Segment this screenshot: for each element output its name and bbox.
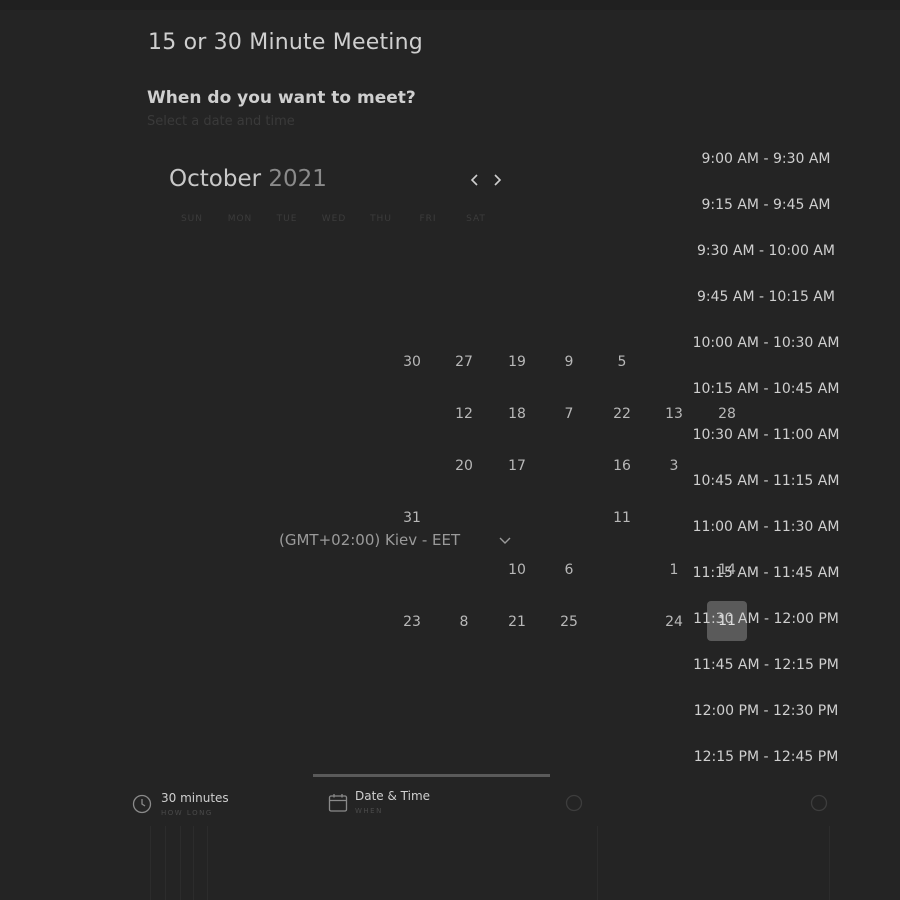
weekday-label-tue: TUE [276, 214, 298, 224]
calendar-day[interactable]: 9 [549, 342, 589, 382]
weekday-label-thu: THU [370, 214, 392, 224]
month-label: October [169, 166, 262, 192]
confirm-step-icon [810, 794, 828, 812]
calendar-day[interactable]: 21 [497, 602, 537, 642]
weekday-label-sat: SAT [466, 214, 486, 224]
page-subtitle: Select a date and time [147, 114, 295, 129]
divider-line [180, 826, 181, 900]
weekday-label-sun: SUN [180, 214, 204, 224]
divider-line [207, 826, 208, 900]
calendar-day[interactable]: 20 [444, 446, 484, 486]
calendar-day-empty [444, 550, 484, 590]
calendar-day[interactable]: 30 [392, 342, 432, 382]
time-slot[interactable]: 9:00 AM - 9:30 AM [666, 151, 866, 167]
chevron-right-icon [494, 174, 502, 186]
calendar-day[interactable]: 22 [602, 394, 642, 434]
calendar-day[interactable]: 11 [602, 498, 642, 538]
next-month-button[interactable] [488, 170, 506, 190]
time-slot[interactable]: 10:30 AM - 11:00 AM [666, 427, 866, 443]
calendar-day[interactable]: 27 [444, 342, 484, 382]
calendar-day[interactable]: 18 [497, 394, 537, 434]
prev-month-button[interactable] [466, 170, 484, 190]
divider-line [150, 826, 151, 900]
calendar-day-empty [549, 498, 589, 538]
page-question: When do you want to meet? [147, 88, 416, 108]
calendar-day[interactable]: 25 [549, 602, 589, 642]
step-duration-title: 30 minutes [161, 791, 229, 805]
calendar-day[interactable]: 23 [392, 602, 432, 642]
time-slot[interactable]: 9:45 AM - 10:15 AM [666, 289, 866, 305]
calendar-day[interactable]: 10 [497, 550, 537, 590]
calendar-day[interactable]: 17 [497, 446, 537, 486]
time-slot[interactable]: 9:15 AM - 9:45 AM [666, 197, 866, 213]
calendar-day-empty [602, 602, 642, 642]
time-slot[interactable]: 9:30 AM - 10:00 AM [666, 243, 866, 259]
clock-icon [132, 794, 152, 814]
calendar-day[interactable]: 6 [549, 550, 589, 590]
calendar-day-empty [549, 446, 589, 486]
details-step-icon [565, 794, 583, 812]
weekday-label-wed: WED [321, 214, 347, 224]
chevron-down-icon [499, 537, 511, 544]
time-slot[interactable]: 10:15 AM - 10:45 AM [666, 381, 866, 397]
top-bar [0, 0, 900, 10]
calendar-day[interactable]: 12 [444, 394, 484, 434]
calendar-day-empty [497, 498, 537, 538]
weekday-label-fri: FRI [419, 214, 437, 224]
calendar-day-empty [392, 446, 432, 486]
year-label: 2021 [268, 166, 327, 192]
divider-line [193, 826, 194, 900]
calendar-day[interactable]: 8 [444, 602, 484, 642]
calendar-day-empty [392, 394, 432, 434]
month-year-label: October 2021 [169, 166, 327, 192]
time-slot[interactable]: 11:45 AM - 12:15 PM [666, 657, 866, 673]
divider-line [829, 826, 830, 900]
step-duration-subtitle: HOW LONG [161, 809, 213, 817]
calendar-day[interactable]: 19 [497, 342, 537, 382]
time-slot[interactable]: 11:15 AM - 11:45 AM [666, 565, 866, 581]
calendar-day-empty [602, 550, 642, 590]
timezone-chevron-button[interactable] [497, 533, 513, 549]
weekday-label-mon: MON [227, 214, 253, 224]
chevron-left-icon [470, 174, 478, 186]
time-slot[interactable]: 12:15 PM - 12:45 PM [666, 749, 866, 765]
timezone-select[interactable]: (GMT+02:00) Kiev - EET [279, 531, 460, 549]
divider-line [165, 826, 166, 900]
time-slot[interactable]: 10:00 AM - 10:30 AM [666, 335, 866, 351]
time-slot[interactable]: 10:45 AM - 11:15 AM [666, 473, 866, 489]
calendar-icon [328, 794, 348, 812]
time-slot[interactable]: 12:00 PM - 12:30 PM [666, 703, 866, 719]
meeting-title: 15 or 30 Minute Meeting [148, 30, 423, 55]
time-slot[interactable]: 11:30 AM - 12:00 PM [666, 611, 866, 627]
step-date-time-title: Date & Time [355, 789, 431, 803]
calendar-day-empty [392, 550, 432, 590]
calendar-day[interactable]: 7 [549, 394, 589, 434]
divider-line [597, 826, 598, 900]
calendar-day[interactable]: 16 [602, 446, 642, 486]
step-date-time-subtitle: WHEN [355, 807, 383, 815]
time-slot[interactable]: 11:00 AM - 11:30 AM [666, 519, 866, 535]
scheduler-page: 15 or 30 Minute Meeting When do you want… [0, 0, 900, 900]
calendar-day[interactable]: 5 [602, 342, 642, 382]
active-step-indicator [313, 774, 550, 777]
